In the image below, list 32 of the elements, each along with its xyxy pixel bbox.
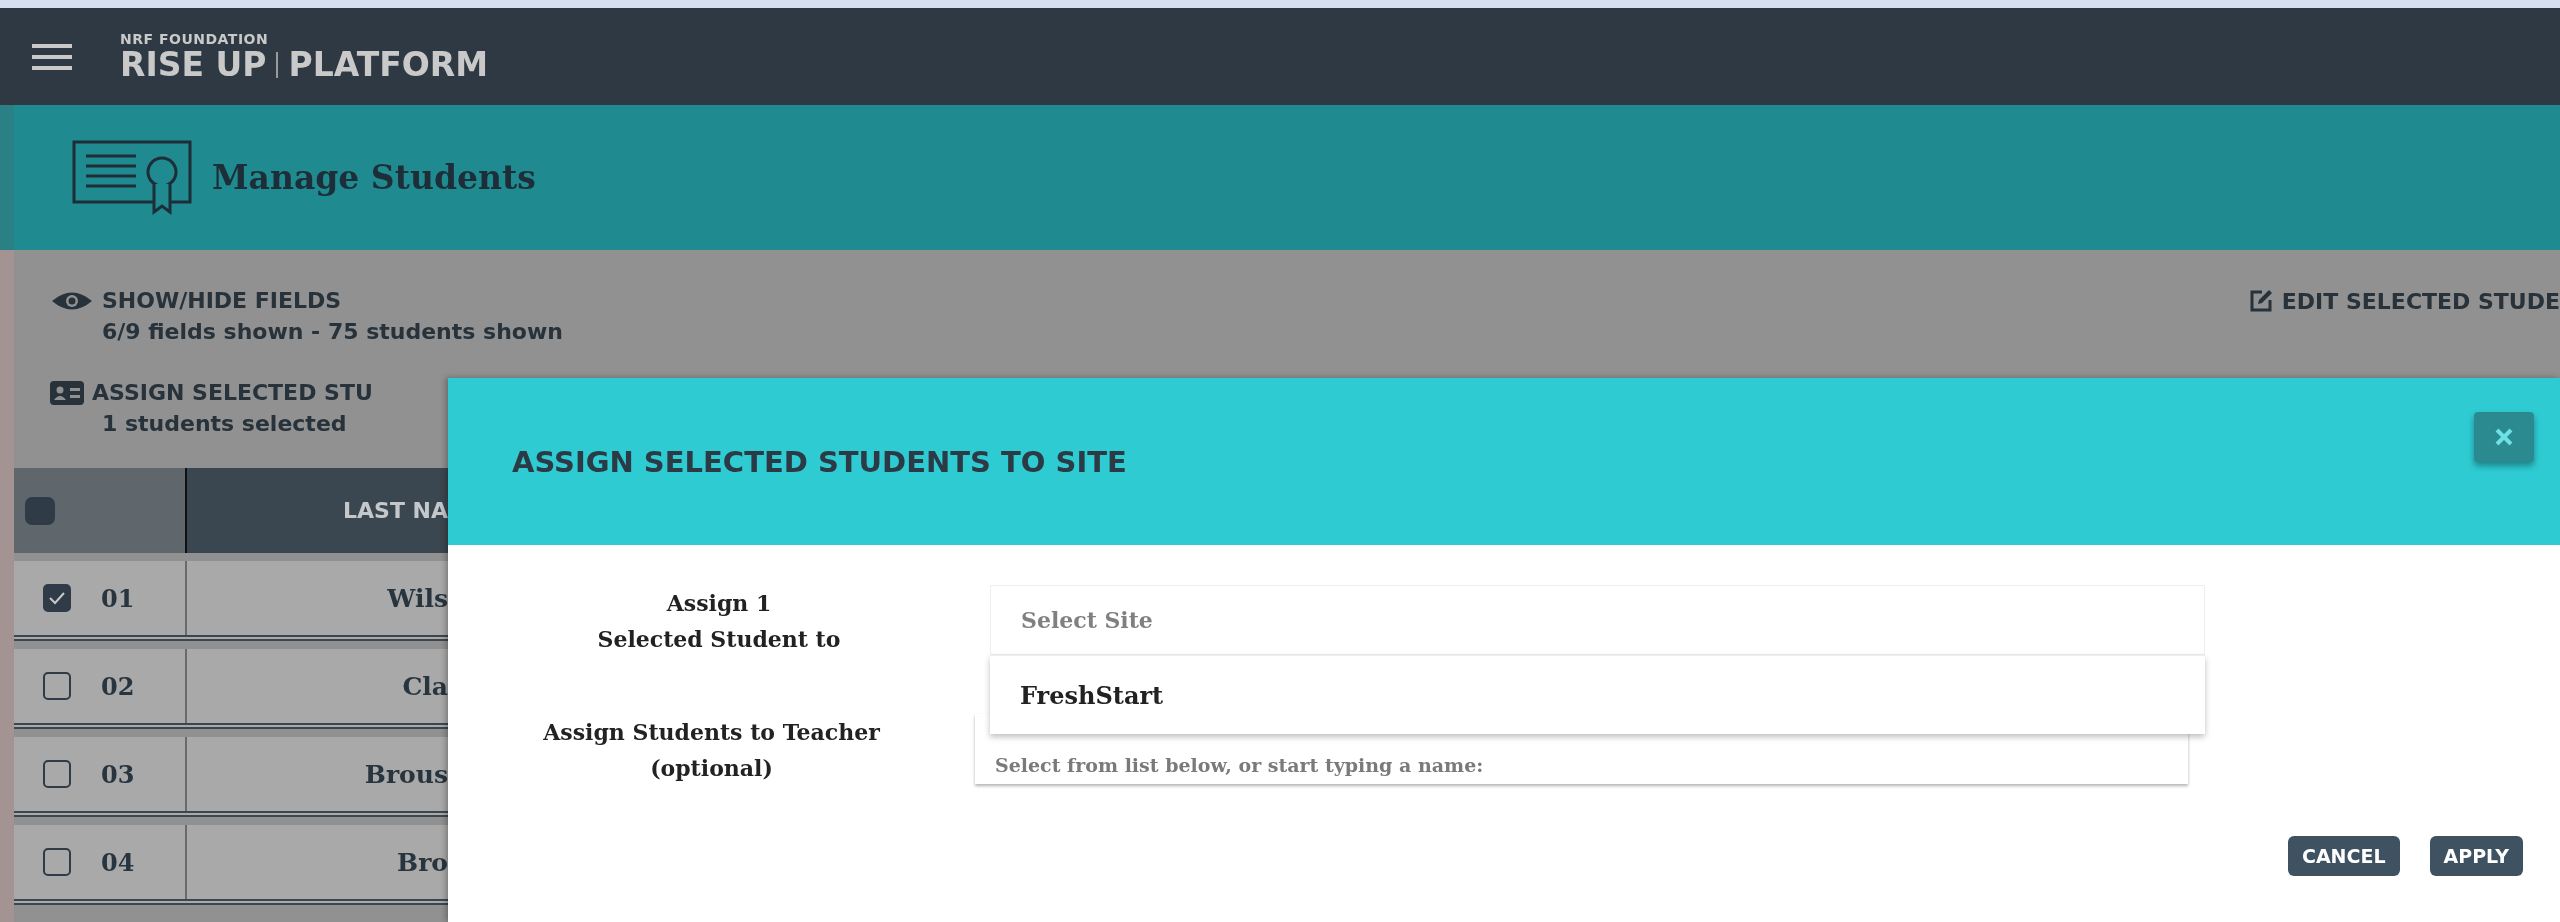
row-checkbox[interactable] [43, 760, 71, 788]
close-icon [2494, 427, 2514, 447]
logo-wordmark: RISE UP [120, 48, 267, 81]
certificate-icon [72, 139, 192, 216]
fields-summary: 6/9 fields shown - 75 students shown [101, 319, 563, 344]
selection-count: 1 students selected [101, 411, 348, 436]
row-checkbox[interactable] [43, 848, 71, 876]
edit-selected-students-link[interactable]: EDIT SELECTED STUDE [2281, 288, 2560, 314]
close-button[interactable] [2474, 412, 2534, 462]
menu-icon[interactable] [32, 43, 72, 70]
dialog-title: ASSIGN SELECTED STUDENTS TO SITE [512, 444, 1127, 479]
field-label: Assign Students to Teacher (optional) [542, 718, 881, 783]
site-select[interactable]: Select Site [990, 585, 2205, 655]
page-title: Manage Students [212, 158, 536, 197]
row-checkbox[interactable] [43, 584, 71, 612]
check-icon [48, 591, 66, 605]
row-number: 03 [101, 759, 135, 789]
assign-selected-students-link[interactable]: ASSIGN SELECTED STU [92, 380, 373, 405]
row-number: 04 [101, 847, 135, 877]
apply-button[interactable]: APPLY [2429, 836, 2523, 876]
row-number: 02 [101, 671, 135, 701]
row-number: 01 [101, 583, 135, 613]
id-card-icon [50, 380, 84, 405]
logo-subtitle: PLATFORM [288, 48, 489, 81]
logo-caption: NRF FOUNDATION [120, 32, 270, 46]
field-label: Assign 1 Selected Student to [596, 589, 842, 654]
row-checkbox[interactable] [43, 672, 71, 700]
select-all-checkbox[interactable] [25, 496, 55, 525]
cancel-button[interactable]: CANCEL [2287, 836, 2400, 876]
column-header[interactable]: LAST NA [185, 468, 448, 553]
show-hide-fields-link[interactable]: SHOW/HIDE FIELDS [102, 288, 342, 313]
dropdown-option[interactable]: FreshStart [990, 656, 2205, 734]
